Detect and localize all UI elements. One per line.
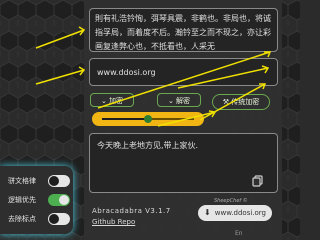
- key-input[interactable]: www.ddosi.org: [89, 58, 278, 86]
- setting-label: 去除标点: [8, 215, 36, 223]
- decrypt-button[interactable]: ⌄ 解密: [157, 93, 201, 107]
- toggle-knob: [59, 195, 69, 205]
- traditional-label: 传统加密: [231, 98, 260, 106]
- github-repo-link[interactable]: Github Repo: [92, 218, 135, 226]
- download-link[interactable]: ⬇ www.ddosi.org: [198, 205, 272, 221]
- magic-wand-icon: ⚒: [222, 98, 232, 106]
- setting-row: 去除标点: [8, 212, 70, 226]
- toggle-knob: [49, 214, 59, 224]
- settings-panel: 骈文格律 逻辑优先 去除标点: [0, 166, 73, 234]
- toggle-switch[interactable]: [48, 194, 70, 206]
- chevron-down-icon: ⌄: [100, 97, 110, 105]
- slider-thumb[interactable]: [144, 115, 152, 123]
- setting-label: 骈文格律: [8, 177, 36, 185]
- slider-fill: [102, 118, 148, 120]
- app-name: Abracadabra V3.1.7: [92, 207, 171, 215]
- setting-row: 逻辑优先: [8, 193, 70, 207]
- encrypt-label: 加密: [109, 97, 124, 105]
- input-textarea[interactable]: 則有礼浩钤恂，弭琴具震，非鹤也。非局也，将诚指孚局，而着度不后。瀚钤至之而不现之…: [89, 8, 278, 52]
- decrypt-label: 解密: [176, 97, 191, 105]
- toggle-knob: [49, 176, 59, 186]
- toggle-switch[interactable]: [48, 213, 70, 225]
- download-icon: ⬇: [204, 208, 211, 217]
- toggle-switch[interactable]: [48, 175, 70, 187]
- strength-slider[interactable]: [92, 112, 204, 126]
- download-label: www.ddosi.org: [214, 209, 266, 217]
- author-credit: SheepChef ©: [214, 198, 248, 204]
- language-switch[interactable]: En: [235, 230, 243, 237]
- output-textarea[interactable]: 今天晚上老地方见,带上家伙.: [89, 133, 278, 193]
- chevron-down-icon: ⌄: [167, 97, 177, 105]
- setting-label: 逻辑优先: [8, 196, 36, 204]
- copy-icon[interactable]: [252, 175, 264, 187]
- encrypt-button[interactable]: ⌄ 加密: [90, 93, 134, 107]
- setting-row: 骈文格律: [8, 174, 70, 188]
- traditional-encrypt-button[interactable]: ⚒ 传统加密: [212, 94, 270, 110]
